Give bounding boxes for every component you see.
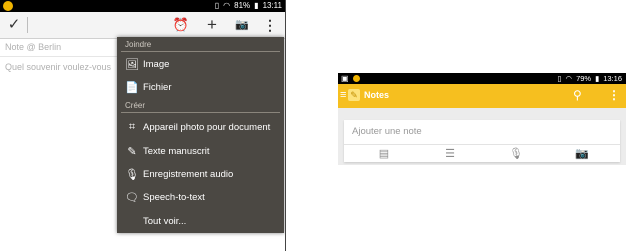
menu-item-document-camera[interactable]: ⌗ Appareil photo pour document	[117, 116, 284, 138]
battery-percent: 81%	[234, 1, 251, 10]
card-divider	[344, 144, 620, 145]
title-divider	[0, 56, 120, 57]
menu-item-label: Enregistrement audio	[143, 168, 234, 180]
toolbar-divider	[27, 17, 28, 33]
menu-item-label: Speech-to-text	[143, 191, 205, 203]
wifi-icon: ◠	[223, 1, 231, 10]
attach-create-menu: Joindre 🖼 Image 📄 Fichier Créer ⌗ Appare…	[117, 37, 284, 233]
camera-icon[interactable]: 📷	[572, 147, 592, 160]
speech-icon: 🗨	[125, 191, 139, 204]
menu-item-file[interactable]: 📄 Fichier	[117, 76, 284, 98]
clock: 13:16	[603, 74, 622, 83]
vibrate-icon: ▯	[557, 74, 562, 83]
quick-note-card: Ajouter une note ▤ ☰ 🎙 📷	[344, 120, 620, 162]
vibrate-icon: ▯	[214, 1, 220, 10]
right-phone-screen: ▣ ▯ ◠ 79% ▮ 13:16 ≡ ✎ Notes ⚲ ⋮ Ajouter …	[338, 73, 626, 165]
gallery-icon: ▣	[341, 74, 349, 83]
microphone-icon[interactable]: 🎙	[506, 147, 526, 160]
battery-percent: 79%	[576, 74, 592, 83]
menu-icon[interactable]: ≡	[340, 89, 346, 101]
crop-icon: ⌗	[128, 120, 136, 133]
editor-toolbar: ✓ ⏰ + 📷 ⋮	[0, 12, 286, 39]
app-logo-icon: ✎	[348, 89, 360, 101]
note-title-field[interactable]: Note @ Berlin	[5, 42, 61, 52]
menu-item-label: Image	[143, 58, 170, 70]
text-note-icon[interactable]: ▤	[374, 147, 394, 160]
note-body-field[interactable]: Quel souvenir voulez-vous	[5, 62, 111, 72]
menu-divider	[121, 51, 280, 52]
app-bar: ≡ ✎ Notes ⚲ ⋮	[338, 84, 626, 108]
check-icon[interactable]: ✓	[6, 15, 22, 35]
battery-icon: ▮	[254, 1, 259, 10]
image-icon: 🖼	[125, 58, 139, 71]
status-bar: ▣ ▯ ◠ 79% ▮ 13:16	[338, 73, 626, 84]
search-icon[interactable]: ⚲	[573, 88, 582, 102]
menu-item-see-all[interactable]: Tout voir...	[117, 210, 284, 232]
add-icon[interactable]: +	[203, 15, 221, 35]
more-options-icon[interactable]: ⋮	[608, 88, 620, 102]
screen-edge	[285, 0, 286, 251]
menu-item-audio-recording[interactable]: 🎙 Enregistrement audio	[117, 163, 284, 185]
menu-item-handwriting[interactable]: ✎ Texte manuscrit	[117, 140, 284, 162]
microphone-icon: 🎙	[125, 168, 139, 181]
notification-icon	[3, 1, 13, 11]
camera-icon[interactable]: 📷	[233, 15, 251, 35]
menu-item-speech-to-text[interactable]: 🗨 Speech-to-text	[117, 186, 284, 208]
menu-item-label: Texte manuscrit	[143, 145, 210, 157]
add-note-input[interactable]: Ajouter une note	[352, 126, 422, 137]
menu-item-label: Fichier	[143, 81, 172, 93]
left-phone-screen: ▯ ◠ 81% ▮ 13:11 ✓ ⏰ + 📷 ⋮ Note @ Berlin …	[0, 0, 286, 251]
menu-item-label: Tout voir...	[143, 215, 187, 227]
menu-item-image[interactable]: 🖼 Image	[117, 53, 284, 75]
file-icon: 📄	[125, 81, 139, 94]
alarm-icon[interactable]: ⏰	[172, 15, 190, 35]
menu-section-create: Créer	[125, 101, 146, 110]
more-options-icon[interactable]: ⋮	[263, 15, 277, 35]
battery-icon: ▮	[595, 74, 600, 83]
menu-section-attach: Joindre	[125, 40, 152, 49]
app-title: Notes	[364, 90, 390, 100]
notification-icon	[353, 75, 360, 82]
pen-icon: ✎	[127, 145, 137, 158]
menu-divider	[121, 112, 280, 113]
status-bar: ▯ ◠ 81% ▮ 13:11	[0, 0, 286, 12]
clock: 13:11	[262, 1, 282, 10]
menu-item-label: Appareil photo pour document	[143, 121, 271, 133]
wifi-icon: ◠	[565, 74, 573, 83]
list-icon[interactable]: ☰	[440, 147, 460, 160]
